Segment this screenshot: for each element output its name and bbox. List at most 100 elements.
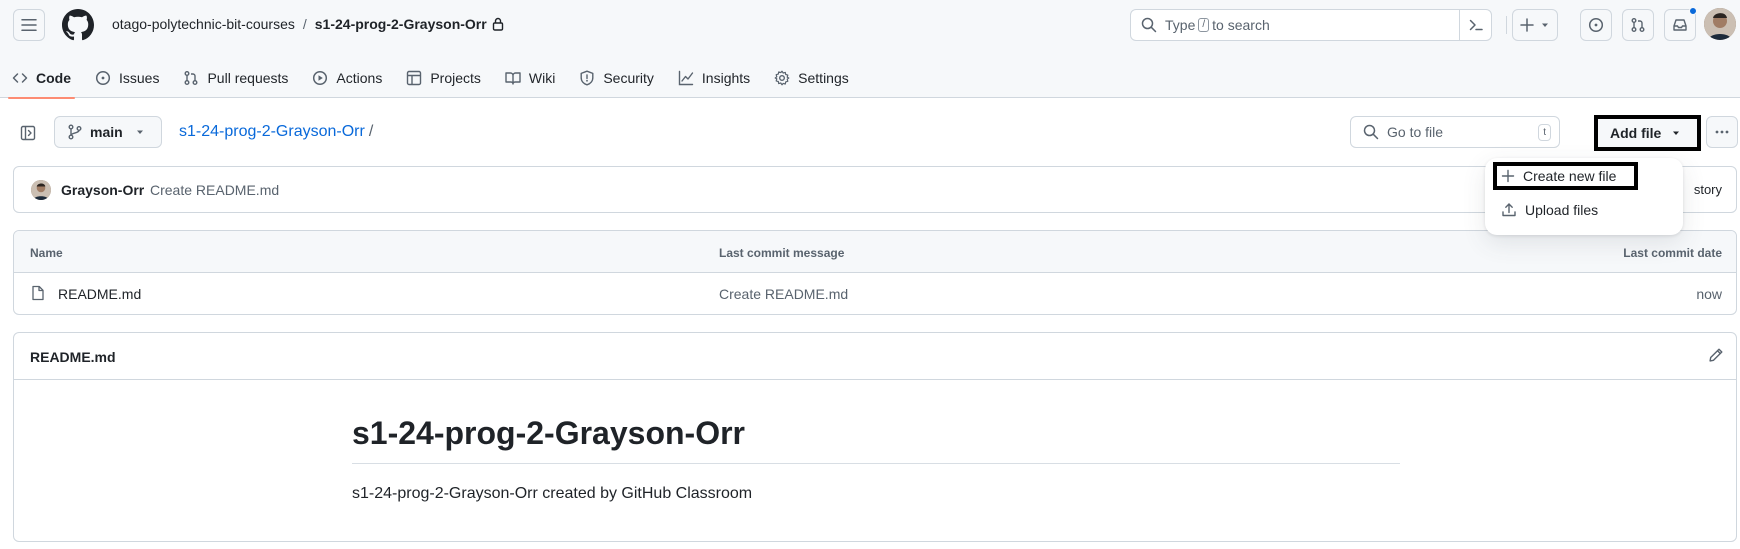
tab-insights[interactable]: Insights — [666, 58, 762, 98]
create-new-button[interactable] — [1512, 9, 1558, 41]
repo-root-link[interactable]: s1-24-prog-2-Grayson-Orr — [179, 123, 365, 140]
menu-button[interactable] — [13, 9, 45, 41]
hamburger-icon — [21, 19, 37, 31]
tab-label: Projects — [430, 70, 481, 86]
readme-panel: README.md s1-24-prog-2-Grayson-Orr s1-24… — [13, 332, 1737, 542]
play-icon — [313, 70, 328, 86]
file-icon — [30, 285, 46, 304]
tab-security[interactable]: Security — [567, 58, 666, 98]
readme-filename[interactable]: README.md — [30, 349, 116, 365]
add-file-button[interactable]: Add file — [1598, 119, 1697, 147]
notification-indicator — [1689, 7, 1697, 15]
inbox-icon — [1673, 19, 1687, 31]
add-file-menu: Create new file Upload files — [1485, 158, 1683, 235]
repo-path: s1-24-prog-2-Grayson-Orr / — [179, 123, 373, 141]
repo-tabs: Code Issues Pull requests Actions Projec… — [0, 58, 861, 99]
tab-label: Actions — [336, 70, 383, 86]
pull-request-icon — [1631, 18, 1645, 32]
search-icon — [1141, 17, 1157, 33]
table-icon — [407, 70, 422, 86]
avatar[interactable] — [1704, 8, 1736, 40]
shield-icon — [580, 70, 594, 86]
more-options-button[interactable] — [1706, 116, 1738, 148]
branch-selector[interactable]: main — [54, 116, 162, 148]
add-file-label: Add file — [1610, 125, 1662, 141]
avatar[interactable] — [31, 180, 51, 200]
heading-divider — [352, 463, 1400, 464]
go-to-file-placeholder: Go to file — [1387, 124, 1444, 140]
edit-readme-button[interactable] — [1708, 347, 1724, 366]
tab-label: Settings — [798, 70, 849, 86]
tab-code[interactable]: Code — [0, 58, 83, 99]
header-divider — [1506, 16, 1507, 34]
readme-body: s1-24-prog-2-Grayson-Orr created by GitH… — [352, 485, 753, 502]
file-table-header: Name Last commit message Last commit dat… — [14, 231, 1736, 273]
tab-label: Pull requests — [207, 70, 289, 86]
tab-issues[interactable]: Issues — [83, 58, 171, 98]
search-shortcut-key: / — [1198, 18, 1210, 32]
sidebar-expand-icon — [20, 125, 36, 141]
commit-author[interactable]: Grayson-Orr — [61, 182, 144, 198]
github-logo-icon[interactable] — [62, 9, 94, 41]
sidebar-toggle-button[interactable] — [18, 123, 38, 143]
search-input[interactable]: Type / to search — [1130, 9, 1492, 41]
issues-button[interactable] — [1580, 9, 1612, 41]
inbox-button[interactable] — [1664, 7, 1697, 41]
upload-icon — [1502, 203, 1516, 217]
book-icon — [505, 72, 521, 85]
pull-requests-button[interactable] — [1622, 9, 1654, 41]
plus-icon — [1501, 169, 1515, 183]
graph-icon — [678, 70, 694, 86]
plus-icon — [1520, 18, 1534, 32]
go-to-file-input[interactable]: Go to file t — [1350, 116, 1560, 148]
command-palette-button[interactable] — [1459, 10, 1491, 40]
issue-icon — [95, 70, 111, 86]
tab-pull-requests[interactable]: Pull requests — [171, 58, 300, 98]
repo-link[interactable]: s1-24-prog-2-Grayson-Orr — [315, 16, 487, 32]
add-file-highlight: Add file — [1594, 115, 1701, 151]
branch-name: main — [90, 124, 123, 140]
table-row[interactable]: README.md Create README.md now — [14, 273, 1736, 314]
owner-link[interactable]: otago-polytechnic-bit-courses — [112, 16, 295, 32]
issue-icon — [1588, 17, 1604, 33]
menu-item-create-new-file[interactable]: Create new file — [1493, 162, 1638, 190]
column-header-date: Last commit date — [1623, 246, 1722, 260]
breadcrumb: otago-polytechnic-bit-courses / s1-24-pr… — [112, 16, 504, 32]
menu-item-label: Upload files — [1525, 202, 1599, 218]
breadcrumb-separator: / — [302, 16, 307, 32]
tab-actions[interactable]: Actions — [300, 58, 394, 98]
search-hint-before: Type — [1165, 17, 1196, 33]
column-header-name: Name — [30, 246, 63, 260]
search-icon — [1363, 124, 1379, 140]
menu-item-label: Create new file — [1523, 168, 1617, 184]
menu-item-upload-files[interactable]: Upload files — [1493, 196, 1598, 224]
readme-header: README.md — [14, 333, 1736, 380]
kebab-horizontal-icon — [1715, 130, 1729, 134]
tab-label: Code — [36, 70, 71, 86]
readme-heading: s1-24-prog-2-Grayson-Orr — [352, 415, 745, 451]
code-icon — [12, 73, 28, 83]
file-commit-message[interactable]: Create README.md — [719, 286, 848, 302]
commit-message[interactable]: Create README.md — [150, 182, 279, 198]
tab-settings[interactable]: Settings — [762, 58, 861, 98]
file-commit-date: now — [1696, 286, 1722, 302]
file-table: Name Last commit message Last commit dat… — [13, 230, 1737, 315]
terminal-icon — [1469, 19, 1483, 31]
tab-label: Security — [603, 70, 654, 86]
triangle-down-icon — [136, 130, 143, 134]
search-hint-after: to search — [1212, 17, 1270, 33]
git-branch-icon — [68, 124, 82, 140]
file-name-link[interactable]: README.md — [58, 286, 141, 302]
tab-wiki[interactable]: Wiki — [493, 58, 567, 98]
user-avatar-icon — [31, 180, 51, 200]
tab-label: Issues — [119, 70, 160, 86]
history-link[interactable]: story — [1694, 182, 1722, 197]
lock-icon — [492, 17, 504, 31]
triangle-down-icon — [1542, 23, 1548, 27]
tab-label: Insights — [701, 70, 751, 86]
column-header-message: Last commit message — [719, 246, 845, 260]
tab-projects[interactable]: Projects — [394, 58, 493, 98]
gear-icon — [774, 70, 790, 86]
path-separator: / — [368, 123, 374, 140]
triangle-down-icon — [1673, 131, 1680, 135]
